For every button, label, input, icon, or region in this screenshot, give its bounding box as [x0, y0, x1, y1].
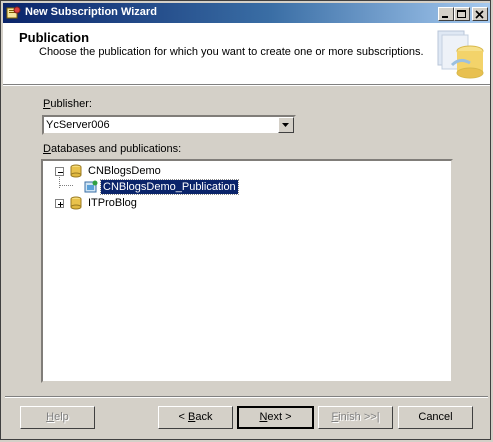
tree-node-label: CNBlogsDemo	[88, 165, 161, 177]
next-button[interactable]: Next >	[237, 406, 314, 429]
publication-icon	[84, 180, 98, 194]
wizard-header: Publication Choose the publication for w…	[3, 23, 490, 85]
databases-label: Databases and publications:	[43, 143, 182, 155]
publisher-dropdown-button[interactable]	[278, 117, 294, 133]
publisher-combo[interactable]: YcServer006	[42, 115, 296, 135]
publisher-label: Publisher:	[43, 98, 92, 110]
help-button[interactable]: Help	[20, 406, 95, 429]
cancel-button[interactable]: Cancel	[398, 406, 473, 429]
window-title: New Subscription Wizard	[25, 6, 157, 18]
wizard-window: New Subscription Wizard Publication Choo…	[0, 0, 491, 440]
close-icon	[475, 10, 484, 19]
tree-node-label: ITProBlog	[88, 197, 137, 209]
tree-node-itproblog[interactable]: ITProBlog	[49, 195, 349, 211]
page-subtitle: Choose the publication for which you wan…	[39, 46, 424, 58]
tree-line	[60, 185, 73, 187]
close-button[interactable]	[472, 7, 488, 21]
database-icon	[69, 196, 83, 210]
tree-node-cnblogsdemo[interactable]: CNBlogsDemo	[49, 163, 349, 179]
collapse-icon[interactable]	[55, 167, 64, 176]
maximize-button[interactable]	[454, 7, 470, 21]
database-icon	[69, 164, 83, 178]
maximize-icon	[457, 10, 466, 18]
back-button[interactable]: < Back	[158, 406, 233, 429]
minimize-icon	[442, 16, 448, 18]
tree-node-label: CNBlogsDemo_Publication	[100, 179, 239, 195]
minimize-button[interactable]	[438, 7, 454, 21]
database-graphic-icon	[430, 25, 486, 81]
publisher-value: YcServer006	[46, 119, 110, 131]
page-title: Publication	[19, 30, 90, 45]
databases-tree[interactable]: CNBlogsDemo CNBlogsDemo_Publication ITPr…	[41, 159, 453, 383]
expand-icon[interactable]	[55, 199, 64, 208]
title-bar[interactable]: New Subscription Wizard	[3, 3, 490, 23]
wizard-app-icon	[6, 6, 21, 20]
header-divider	[3, 85, 490, 86]
chevron-down-icon	[282, 123, 289, 127]
finish-button[interactable]: Finish >>|	[318, 406, 393, 429]
tree-node-cnblogsdemo-publication[interactable]: CNBlogsDemo_Publication	[73, 179, 373, 195]
footer-divider-highlight	[5, 397, 488, 398]
